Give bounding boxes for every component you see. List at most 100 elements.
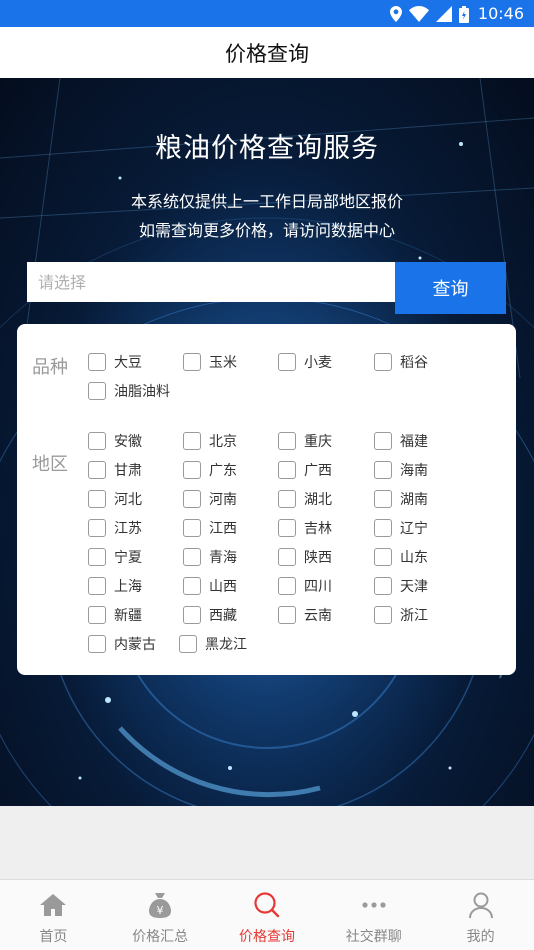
checkbox[interactable]	[88, 577, 106, 595]
filter-checkbox-option[interactable]: 江西	[183, 518, 237, 538]
filter-checkbox-option[interactable]: 山西	[183, 576, 237, 596]
filter-checkbox-option[interactable]: 福建	[374, 431, 428, 451]
variety-group-label: 品种	[32, 357, 68, 378]
search-button[interactable]: 查询	[395, 262, 506, 314]
checkbox[interactable]	[278, 490, 296, 508]
checkbox-label: 宁夏	[114, 550, 142, 566]
checkbox-label: 广东	[209, 463, 237, 479]
checkbox[interactable]	[278, 548, 296, 566]
checkbox-label: 福建	[400, 434, 428, 450]
tab-social-chat[interactable]: 社交群聊	[320, 880, 427, 950]
filter-checkbox-option[interactable]: 甘肃	[88, 460, 142, 480]
money-bag-icon: ¥	[145, 890, 175, 920]
bottom-tab-bar: 首页 ¥ 价格汇总 价格查询 社交群聊 我的	[0, 879, 534, 950]
filter-checkbox-option[interactable]: 油脂油料	[88, 381, 170, 401]
filter-checkbox-option[interactable]: 天津	[374, 576, 428, 596]
filter-checkbox-option[interactable]: 河南	[183, 489, 237, 509]
search-icon	[252, 890, 282, 920]
tab-label: 社交群聊	[345, 929, 402, 945]
checkbox[interactable]	[183, 432, 201, 450]
filter-checkbox-option[interactable]: 四川	[278, 576, 332, 596]
tab-price-query[interactable]: 价格查询	[214, 880, 321, 950]
filter-checkbox-option[interactable]: 新疆	[88, 605, 142, 625]
checkbox[interactable]	[183, 353, 201, 371]
checkbox[interactable]	[374, 577, 392, 595]
tab-price-summary[interactable]: ¥ 价格汇总	[107, 880, 214, 950]
checkbox[interactable]	[88, 519, 106, 537]
checkbox-label: 上海	[114, 579, 142, 595]
checkbox[interactable]	[88, 606, 106, 624]
filter-checkbox-option[interactable]: 云南	[278, 605, 332, 625]
checkbox[interactable]	[88, 461, 106, 479]
filter-checkbox-option[interactable]: 重庆	[278, 431, 332, 451]
checkbox-label: 广西	[304, 463, 332, 479]
tab-label: 价格汇总	[132, 929, 189, 945]
checkbox-label: 内蒙古	[114, 637, 156, 653]
checkbox[interactable]	[374, 353, 392, 371]
filter-checkbox-option[interactable]: 黑龙江	[179, 634, 247, 654]
filter-checkbox-option[interactable]: 河北	[88, 489, 142, 509]
checkbox[interactable]	[374, 548, 392, 566]
tab-home[interactable]: 首页	[0, 880, 107, 950]
checkbox-label: 北京	[209, 434, 237, 450]
filter-checkbox-option[interactable]: 海南	[374, 460, 428, 480]
filter-checkbox-option[interactable]: 宁夏	[88, 547, 142, 567]
checkbox[interactable]	[88, 635, 106, 653]
filter-checkbox-option[interactable]: 上海	[88, 576, 142, 596]
filter-checkbox-option[interactable]: 玉米	[183, 352, 237, 372]
checkbox[interactable]	[183, 548, 201, 566]
checkbox[interactable]	[278, 606, 296, 624]
filter-checkbox-option[interactable]: 北京	[183, 431, 237, 451]
filter-checkbox-option[interactable]: 广东	[183, 460, 237, 480]
checkbox[interactable]	[88, 548, 106, 566]
checkbox[interactable]	[374, 490, 392, 508]
checkbox-label: 山东	[400, 550, 428, 566]
checkbox[interactable]	[88, 353, 106, 371]
checkbox[interactable]	[88, 432, 106, 450]
filter-checkbox-option[interactable]: 辽宁	[374, 518, 428, 538]
checkbox-label: 青海	[209, 550, 237, 566]
filter-checkbox-option[interactable]: 江苏	[88, 518, 142, 538]
checkbox[interactable]	[278, 461, 296, 479]
tab-label: 我的	[466, 929, 495, 945]
checkbox[interactable]	[374, 606, 392, 624]
tab-mine[interactable]: 我的	[427, 880, 534, 950]
filter-checkbox-option[interactable]: 陕西	[278, 547, 332, 567]
filter-checkbox-option[interactable]: 大豆	[88, 352, 142, 372]
filter-checkbox-option[interactable]: 青海	[183, 547, 237, 567]
filter-checkbox-option[interactable]: 山东	[374, 547, 428, 567]
checkbox-label: 西藏	[209, 608, 237, 624]
filter-checkbox-option[interactable]: 浙江	[374, 605, 428, 625]
checkbox[interactable]	[374, 461, 392, 479]
checkbox-label: 稻谷	[400, 355, 428, 371]
checkbox[interactable]	[183, 490, 201, 508]
filter-checkbox-option[interactable]: 西藏	[183, 605, 237, 625]
filter-checkbox-option[interactable]: 安徽	[88, 431, 142, 451]
checkbox-label: 海南	[400, 463, 428, 479]
filter-checkbox-option[interactable]: 广西	[278, 460, 332, 480]
checkbox[interactable]	[88, 382, 106, 400]
search-input[interactable]	[27, 262, 395, 302]
status-icons: 10:46	[389, 4, 524, 24]
checkbox[interactable]	[278, 519, 296, 537]
checkbox[interactable]	[183, 461, 201, 479]
checkbox[interactable]	[183, 606, 201, 624]
filter-checkbox-option[interactable]: 稻谷	[374, 352, 428, 372]
checkbox[interactable]	[278, 432, 296, 450]
checkbox[interactable]	[88, 490, 106, 508]
filter-checkbox-option[interactable]: 吉林	[278, 518, 332, 538]
filter-checkbox-option[interactable]: 内蒙古	[88, 634, 156, 654]
location-icon	[389, 6, 402, 22]
checkbox[interactable]	[183, 577, 201, 595]
checkbox[interactable]	[278, 577, 296, 595]
filter-checkbox-option[interactable]: 湖南	[374, 489, 428, 509]
checkbox[interactable]	[183, 519, 201, 537]
checkbox[interactable]	[179, 635, 197, 653]
checkbox-label: 甘肃	[114, 463, 142, 479]
filter-checkbox-option[interactable]: 小麦	[278, 352, 332, 372]
checkbox[interactable]	[374, 432, 392, 450]
tab-label: 价格查询	[238, 929, 295, 945]
checkbox[interactable]	[374, 519, 392, 537]
checkbox[interactable]	[278, 353, 296, 371]
filter-checkbox-option[interactable]: 湖北	[278, 489, 332, 509]
